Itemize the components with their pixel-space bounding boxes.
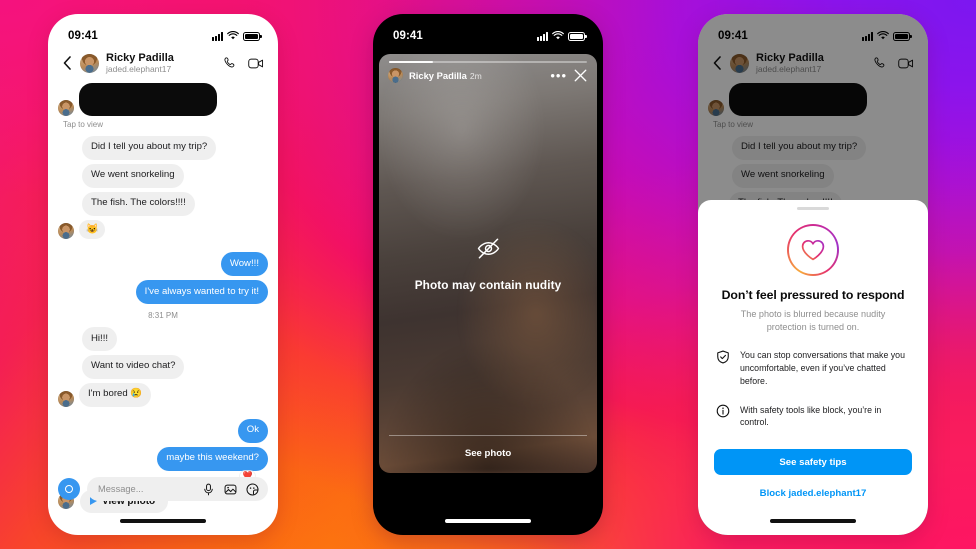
message-bubble[interactable]: maybe this weekend? xyxy=(157,446,268,471)
battery-icon xyxy=(243,31,262,41)
safety-tip-text: With safety tools like block, you’re in … xyxy=(740,404,882,428)
story-progress-bar xyxy=(389,61,587,63)
message-row: Wow!!! xyxy=(58,252,268,277)
nudity-warning-text: Photo may contain nudity xyxy=(414,277,562,292)
hidden-photo-thumb[interactable] xyxy=(79,82,217,116)
story-media-container[interactable]: Ricky Padilla 2m ••• Photo may contain nu… xyxy=(379,54,597,473)
home-indicator xyxy=(770,519,856,523)
wifi-icon xyxy=(552,31,564,40)
message-bubble[interactable]: Ok xyxy=(237,418,268,443)
phones-stage: 09:41 Ricky Padilla jaded.elephant17 Tap… xyxy=(0,0,976,549)
ellipsis-icon[interactable]: ••• xyxy=(550,69,567,82)
message-input-field[interactable]: Message... xyxy=(87,477,268,501)
home-indicator xyxy=(120,519,206,523)
see-safety-tips-button[interactable]: See safety tips xyxy=(714,449,912,476)
status-icons xyxy=(212,31,262,41)
safety-tip-row: You can stop conversations that make you… xyxy=(714,349,912,387)
see-photo-area: See photo xyxy=(379,435,597,459)
chat-title-block: Ricky Padilla jaded.elephant17 xyxy=(106,52,216,75)
close-icon[interactable] xyxy=(573,68,588,83)
message-bubble[interactable]: I'm bored 😢 xyxy=(79,382,152,407)
message-bubble[interactable]: Hi!!! xyxy=(82,327,118,351)
eye-slash-icon xyxy=(477,238,499,258)
message-bubble[interactable]: I've always wanted to try it! xyxy=(135,280,268,305)
avatar xyxy=(58,390,74,407)
heart-glyph xyxy=(787,224,839,276)
phone-safety-sheet: 09:41 Ricky Padilla jaded.elephant17 Tap… xyxy=(698,14,928,535)
hidden-photo-row xyxy=(58,82,268,116)
sheet-title: Don’t feel pressured to respond xyxy=(721,288,905,302)
phone2-status-bar: 09:41 xyxy=(373,14,603,48)
message-row: We went snorkeling xyxy=(58,163,268,188)
avatar xyxy=(58,99,74,116)
shield-check-icon xyxy=(717,350,729,364)
phone1-chat-body: Tap to view Did I tell you about my trip… xyxy=(48,82,278,513)
story-timestamp: 2m xyxy=(469,71,482,81)
message-row: Did I tell you about my trip? xyxy=(58,135,268,160)
message-bubble[interactable]: Did I tell you about my trip? xyxy=(82,135,217,160)
sheet-grabber[interactable] xyxy=(797,207,829,210)
safety-tip-text: You can stop conversations that make you… xyxy=(740,350,905,386)
message-row: Hi!!! xyxy=(58,327,268,351)
safety-tip-row: With safety tools like block, you’re in … xyxy=(714,404,912,430)
message-row: I've always wanted to try it! xyxy=(58,280,268,305)
timestamp-separator: 8:31 PM xyxy=(148,311,178,321)
phone3-screen: 09:41 Ricky Padilla jaded.elephant17 Tap… xyxy=(698,14,928,535)
sticker-icon[interactable] xyxy=(246,482,259,496)
phone1-screen: 09:41 Ricky Padilla jaded.elephant17 Tap… xyxy=(48,14,278,535)
video-camera-icon[interactable] xyxy=(248,57,264,70)
message-row: 😺 xyxy=(58,219,268,240)
message-bubble[interactable]: Wow!!! xyxy=(220,252,268,277)
phone1-status-bar: 09:41 xyxy=(48,14,278,48)
avatar[interactable] xyxy=(80,53,99,73)
info-circle-icon xyxy=(716,404,730,418)
nudity-warning-block: Photo may contain nudity xyxy=(379,236,597,292)
message-bubble[interactable]: Want to video chat? xyxy=(82,354,185,379)
cellular-signal-icon xyxy=(537,32,548,41)
battery-icon xyxy=(568,31,587,41)
message-composer: Message... xyxy=(58,477,268,501)
search-input-placeholder: Message... xyxy=(98,484,144,494)
chat-header-actions xyxy=(223,56,264,70)
message-row: Want to video chat? xyxy=(58,354,268,379)
wifi-icon xyxy=(227,31,239,40)
avatar xyxy=(58,223,74,240)
heart-icon xyxy=(787,224,839,276)
block-user-link[interactable]: Block jaded.elephant17 xyxy=(714,488,912,499)
home-indicator xyxy=(445,519,531,523)
microphone-icon[interactable] xyxy=(202,483,215,496)
sheet-subtitle: The photo is blurred because nudity prot… xyxy=(740,309,886,332)
camera-icon[interactable] xyxy=(58,478,80,500)
status-time: 09:41 xyxy=(68,30,98,42)
divider xyxy=(389,435,587,436)
chevron-left-icon[interactable] xyxy=(60,56,73,71)
story-username: Ricky Padilla 2m xyxy=(409,70,482,81)
phone2-screen: 09:41 Ricky Padilla 2m ••• Photo may con… xyxy=(373,14,603,535)
story-username-label: Ricky Padilla xyxy=(409,70,467,81)
message-row: maybe this weekend? xyxy=(58,446,268,471)
chat-handle: jaded.elephant17 xyxy=(106,64,172,75)
avatar[interactable] xyxy=(388,68,403,83)
story-header: Ricky Padilla 2m ••• xyxy=(388,68,588,83)
phone1-chat-header: Ricky Padilla jaded.elephant17 xyxy=(48,48,278,83)
message-bubble-emoji[interactable]: 😺 xyxy=(79,219,106,240)
message-bubble[interactable]: We went snorkeling xyxy=(82,163,184,188)
tap-to-view-label: Tap to view xyxy=(63,119,104,129)
message-row: I'm bored 😢 xyxy=(58,382,268,407)
cellular-signal-icon xyxy=(212,32,223,41)
message-bubble[interactable]: The fish. The colors!!!! xyxy=(82,191,195,216)
phone-icon[interactable] xyxy=(223,56,237,70)
phone-story-viewer: 09:41 Ricky Padilla 2m ••• Photo may con… xyxy=(373,14,603,535)
phone-inbox-chat: 09:41 Ricky Padilla jaded.elephant17 Tap… xyxy=(48,14,278,535)
image-icon[interactable] xyxy=(224,483,237,496)
status-time: 09:41 xyxy=(393,30,423,42)
see-photo-button[interactable]: See photo xyxy=(379,448,597,459)
safety-bottom-sheet: Don’t feel pressured to respond The phot… xyxy=(698,200,928,535)
message-row: Ok xyxy=(58,418,268,443)
message-row: The fish. The colors!!!! xyxy=(58,191,268,216)
page-title: Ricky Padilla xyxy=(106,52,174,64)
status-icons xyxy=(537,31,587,41)
